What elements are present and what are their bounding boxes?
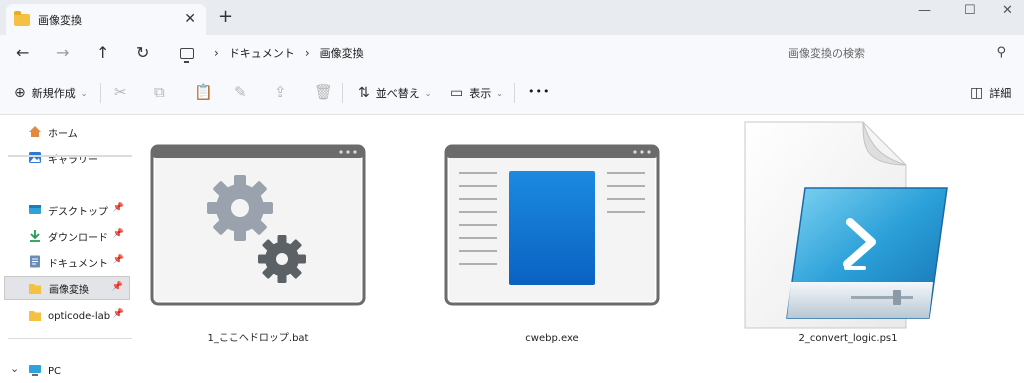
new-button[interactable]: ⊕ 新規作成 ⌄ (14, 85, 87, 101)
sidebar-item-documents[interactable]: ドキュメント 📌 (4, 250, 130, 274)
pc-icon (180, 47, 194, 63)
file-item[interactable]: 2_convert_logic.ps1 (733, 118, 963, 358)
sidebar-item-label: ドキュメント (48, 258, 108, 270)
desktop-icon (29, 205, 41, 214)
cut-icon[interactable]: ✂ (114, 83, 127, 101)
sidebar-item-label: ホーム (48, 128, 78, 140)
documents-icon (30, 255, 40, 268)
divider (100, 83, 101, 103)
sidebar-item-label: デスクトップ (48, 206, 108, 218)
rename-icon[interactable]: ✎ (234, 83, 247, 101)
folder-icon (29, 284, 41, 294)
pin-icon: 📌 (112, 229, 124, 239)
pin-icon: 📌 (111, 282, 123, 292)
breadcrumb-separator: › (304, 46, 310, 60)
navigation-pane: ホーム ギャラリー デスクトップ 📌 ダウンロード 📌 ドキュメント 📌 画像変… (0, 116, 135, 377)
folder-icon (14, 10, 30, 26)
folder-icon (29, 311, 41, 321)
sort-button-label: 並べ替え (375, 87, 420, 100)
sidebar-item-desktop[interactable]: デスクトップ 📌 (4, 198, 130, 222)
download-icon (30, 230, 40, 242)
sidebar-item-label: opticode-lab (48, 310, 111, 322)
breadcrumb-documents[interactable]: ドキュメント (229, 45, 295, 61)
forward-button[interactable]: → (56, 43, 69, 62)
file-name: 2_convert_logic.ps1 (798, 333, 898, 344)
copy-icon[interactable]: ⧉ (154, 83, 165, 101)
sort-icon: ⇅ (358, 85, 370, 101)
chevron-down-icon: ⌄ (424, 88, 432, 98)
maximize-button[interactable]: ☐ (964, 3, 976, 18)
breadcrumb-separator: › (214, 46, 219, 60)
command-bar: ⊕ 新規作成 ⌄ ✂ ⧉ 📋 ✎ ⇪ 🗑 ⇅ 並べ替え ⌄ ▭ 表示 ⌄ •••… (0, 71, 1024, 115)
share-icon[interactable]: ⇪ (274, 83, 287, 101)
divider (514, 83, 515, 103)
home-icon (29, 126, 41, 137)
navigation-bar: ← → ↑ ↻ › ドキュメント › 画像変換 画像変換の検索 ⚲ (0, 35, 1024, 71)
pin-icon: 📌 (112, 203, 124, 213)
tab-close-button[interactable]: ✕ (184, 11, 196, 27)
powershell-script-icon (744, 121, 948, 329)
file-name: cwebp.exe (525, 333, 579, 344)
new-button-label: 新規作成 (31, 87, 76, 100)
address-bar[interactable]: › ドキュメント › 画像変換 (170, 41, 760, 65)
refresh-button[interactable]: ↻ (136, 43, 149, 62)
more-options-button[interactable]: ••• (528, 85, 550, 98)
sidebar-item-label: 画像変換 (49, 284, 89, 296)
divider (8, 338, 132, 339)
search-input[interactable]: 画像変換の検索 ⚲ (776, 39, 1016, 67)
sort-button[interactable]: ⇅ 並べ替え ⌄ (358, 85, 431, 101)
sidebar-item-home[interactable]: ホーム (4, 120, 130, 144)
details-pane-label: 詳細 (989, 87, 1012, 100)
file-item[interactable]: 1_ここへドロップ.bat (143, 118, 373, 358)
sidebar-item-opticode-lab[interactable]: opticode-lab 📌 (4, 304, 130, 328)
executable-icon (444, 144, 660, 306)
chevron-down-icon: ⌄ (80, 88, 88, 98)
add-circle-icon: ⊕ (14, 85, 26, 101)
search-icon[interactable]: ⚲ (996, 45, 1006, 60)
view-button-label: 表示 (469, 87, 492, 100)
paste-icon[interactable]: 📋 (194, 83, 213, 101)
view-icon: ▭ (450, 85, 464, 101)
breadcrumb-current[interactable]: 画像変換 (320, 45, 364, 61)
divider (8, 155, 132, 156)
sidebar-item-pc[interactable]: ⌄ PC (4, 359, 130, 383)
pc-icon (29, 365, 41, 376)
view-button[interactable]: ▭ 表示 ⌄ (450, 85, 503, 101)
back-button[interactable]: ← (16, 43, 29, 62)
file-item[interactable]: cwebp.exe (437, 118, 667, 358)
chevron-down-icon[interactable]: ⌄ (10, 362, 19, 375)
pin-icon: 📌 (112, 255, 124, 265)
details-pane-button[interactable]: ◫ 詳細 (970, 85, 1011, 101)
details-pane-icon: ◫ (970, 85, 984, 101)
sidebar-item-label: ダウンロード (48, 232, 108, 244)
sidebar-item-image-conversion[interactable]: 画像変換 📌 (4, 276, 130, 300)
sidebar-item-label: ギャラリー (48, 154, 98, 166)
tab-title: 画像変換 (38, 13, 82, 27)
up-button[interactable]: ↑ (96, 43, 109, 62)
new-tab-button[interactable]: + (218, 6, 233, 27)
chevron-down-icon: ⌄ (496, 88, 503, 98)
delete-icon[interactable]: 🗑 (314, 83, 333, 101)
batch-file-icon (150, 144, 366, 306)
file-name: 1_ここへドロップ.bat (207, 333, 309, 344)
close-window-button[interactable]: ✕ (1002, 3, 1013, 18)
tab-active[interactable]: 画像変換 ✕ (6, 4, 206, 35)
sidebar-item-gallery[interactable]: ギャラリー (4, 146, 130, 170)
search-placeholder: 画像変換の検索 (788, 47, 865, 60)
sidebar-item-downloads[interactable]: ダウンロード 📌 (4, 224, 130, 248)
title-bar: 画像変換 ✕ + — ☐ ✕ (0, 0, 1024, 35)
gallery-icon (29, 152, 41, 163)
divider (342, 83, 343, 103)
minimize-button[interactable]: — (918, 3, 931, 18)
divider (8, 156, 132, 157)
pin-icon: 📌 (112, 309, 124, 319)
